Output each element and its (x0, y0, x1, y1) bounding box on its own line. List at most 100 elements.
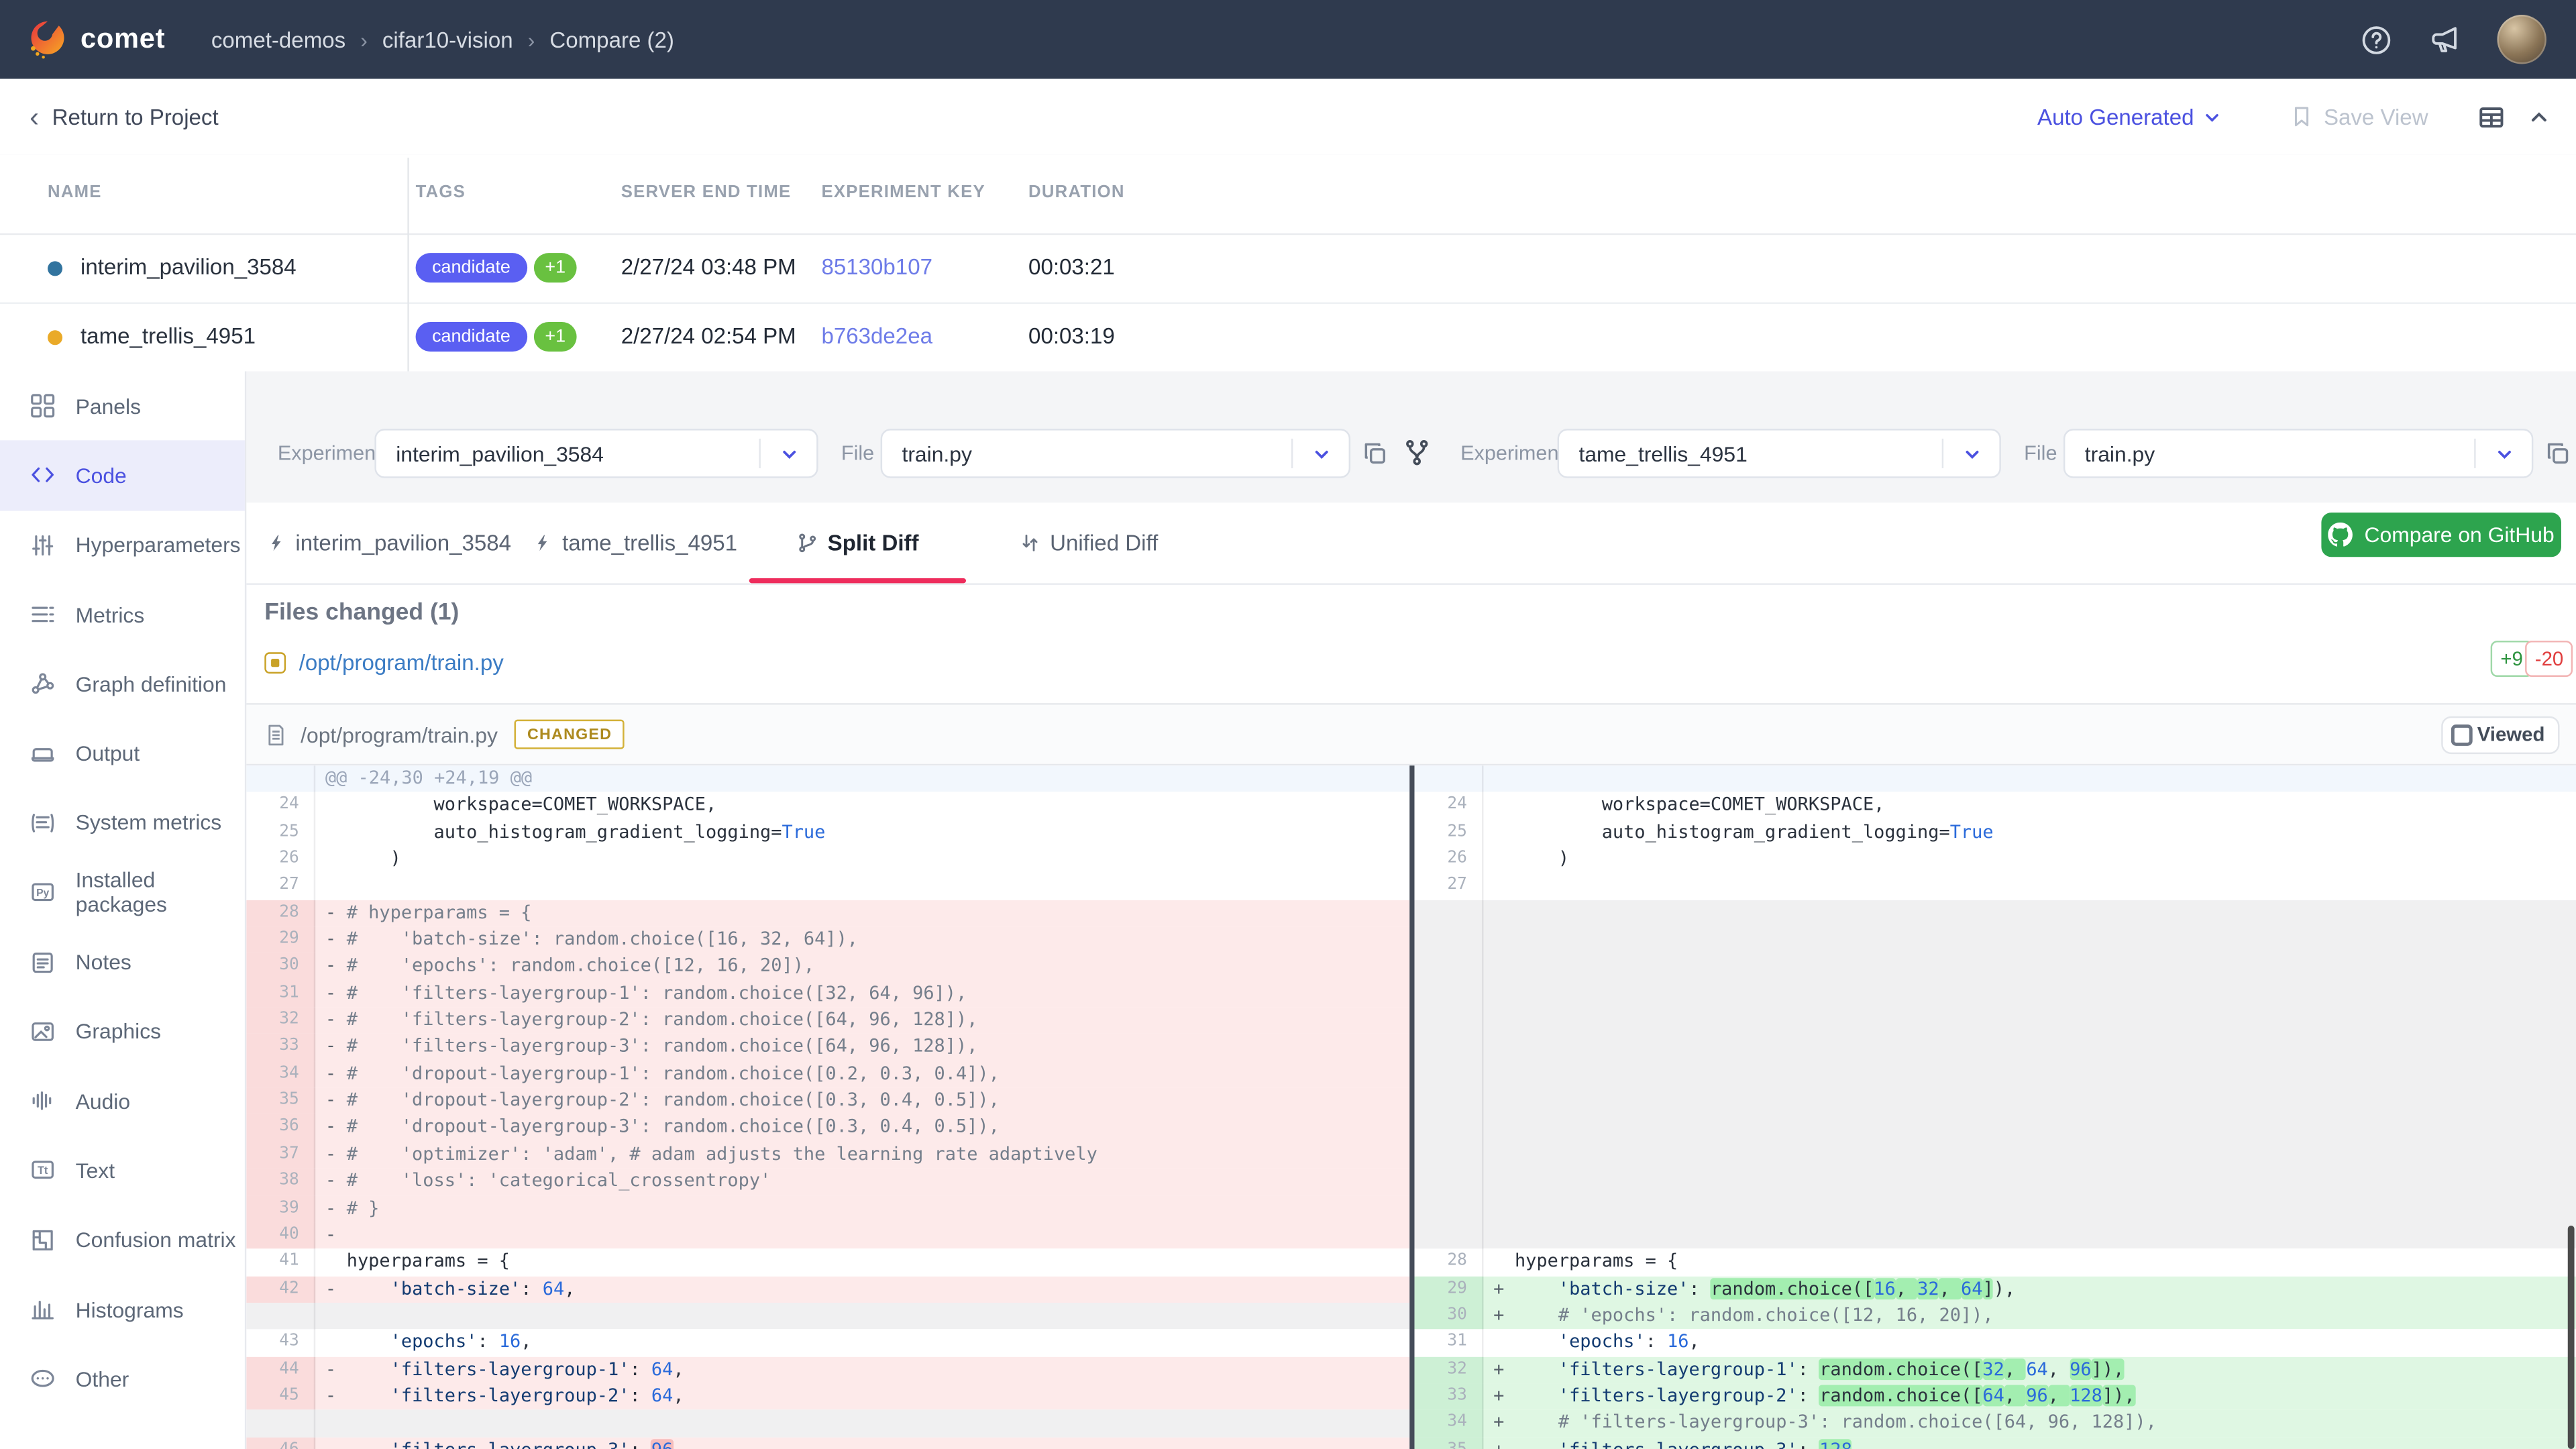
sidebar-item-metrics[interactable]: Metrics (0, 580, 245, 649)
diff-pane-right[interactable]: 24 workspace=COMET_WORKSPACE,25 auto_his… (1415, 765, 2576, 1449)
sidebar-item-audio[interactable]: Audio (0, 1066, 245, 1136)
line-number: 30 (1415, 1303, 1484, 1330)
diff-removed-line: 40- (246, 1222, 1409, 1249)
experiment-row[interactable]: interim_pavilion_3584candidate+12/27/24 … (0, 233, 2576, 304)
sidebar-item-label: Panels (76, 394, 141, 419)
sidebar-item-hyperparameters[interactable]: Hyperparameters (0, 511, 245, 580)
column-header[interactable]: SERVER END TIME (621, 182, 792, 202)
save-view-label: Save View (2324, 105, 2428, 129)
sidebar-item-graph-definition[interactable]: Graph definition (0, 649, 245, 719)
chevron-down-icon (1293, 444, 1348, 462)
sidebar-item-label: Audio (76, 1089, 130, 1114)
sidebar-item-text[interactable]: TtText (0, 1136, 245, 1205)
breadcrumb-item[interactable]: comet-demos (211, 27, 345, 52)
column-header[interactable]: EXPERIMENT KEY (821, 182, 985, 202)
sidebar-item-graphics[interactable]: Graphics (0, 997, 245, 1067)
diff-removed-line: 44- 'filters-layergroup-1': 64, (246, 1356, 1409, 1383)
announcements-icon[interactable] (2428, 23, 2461, 56)
experiment-select-right[interactable]: tame_trellis_4951 (1558, 429, 2001, 478)
tags-cell: candidate+1 (416, 253, 578, 282)
git-compare-icon (1403, 439, 1431, 467)
experiment-key-link[interactable]: b763de2ea (821, 323, 932, 348)
scrollbar-thumb[interactable] (2568, 1226, 2575, 1449)
tag-pill[interactable]: +1 (533, 253, 577, 282)
help-icon[interactable] (2361, 24, 2392, 56)
diff-removed-line: 42- 'batch-size': 64, (246, 1276, 1409, 1303)
changed-file-link[interactable]: /opt/program/train.py (299, 651, 504, 676)
table-layout-icon[interactable] (2477, 103, 2506, 131)
file-select-left[interactable]: train.py (881, 429, 1350, 478)
tab-tame_trellis_4951[interactable]: tame_trellis_4951 (537, 502, 735, 583)
diff-pane-left[interactable]: @@ -24,30 +24,19 @@24 workspace=COMET_WO… (246, 765, 1409, 1449)
sidebar-item-code[interactable]: Code (0, 441, 245, 511)
tag-pill[interactable]: candidate (416, 253, 527, 282)
pane-splitter[interactable] (1409, 765, 1414, 1449)
viewed-checkbox[interactable] (2451, 724, 2473, 745)
tag-pill[interactable]: candidate (416, 322, 527, 352)
diff-context-line: 24 workspace=COMET_WORKSPACE, (246, 792, 1409, 819)
experiment-name[interactable]: tame_trellis_4951 (80, 323, 256, 348)
column-header[interactable]: TAGS (416, 182, 466, 202)
line-number: 35 (246, 1088, 315, 1115)
bolt-icon (268, 532, 286, 553)
line-number: 28 (246, 900, 315, 926)
table-column-divider (407, 158, 409, 371)
breadcrumb-item[interactable]: Compare (2) (549, 27, 674, 52)
diff-removed-line: 30-# 'epochs': random.choice([12, 16, 20… (246, 953, 1409, 980)
chevron-down-icon (1943, 444, 1999, 462)
sidebar-item-confusion-matrix[interactable]: Confusion matrix (0, 1205, 245, 1275)
tab-unified-diff[interactable]: Unified Diff (999, 502, 1179, 583)
line-number: 44 (246, 1356, 315, 1383)
sidebar-item-label: Installed packages (76, 868, 245, 917)
column-header[interactable]: DURATION (1028, 182, 1125, 202)
line-number: 46 (246, 1437, 315, 1449)
line-number: 28 (1415, 1249, 1484, 1276)
experiment-key-link[interactable]: 85130b107 (821, 255, 932, 280)
copy-icon[interactable] (2544, 440, 2571, 466)
top-navbar: comet comet-demos›cifar10-vision›Compare… (0, 0, 2576, 79)
column-header[interactable]: NAME (48, 182, 102, 202)
experiment-row[interactable]: tame_trellis_4951candidate+12/27/24 02:5… (0, 303, 2576, 373)
tab-interim_pavilion_3584[interactable]: interim_pavilion_3584 (268, 502, 511, 583)
github-icon (2328, 523, 2353, 547)
save-view-button[interactable]: Save View (2291, 105, 2428, 129)
metrics-icon (30, 601, 56, 627)
file-label-left: File (841, 442, 874, 465)
sidebar-item-installed-packages[interactable]: PyInstalled packages (0, 858, 245, 928)
sidebar-item-notes[interactable]: Notes (0, 927, 245, 997)
sidebar-item-output[interactable]: Output (0, 718, 245, 788)
tag-pill[interactable]: +1 (533, 322, 577, 352)
viewed-toggle[interactable]: Viewed (2441, 716, 2560, 753)
diff-removed-line: 33-# 'filters-layergroup-3': random.choi… (246, 1034, 1409, 1061)
sidebar-item-other[interactable]: Other (0, 1344, 245, 1414)
experiment-name[interactable]: interim_pavilion_3584 (80, 255, 297, 280)
sidebar-item-panels[interactable]: Panels (0, 371, 245, 441)
return-to-project-button[interactable]: ‹ Return to Project (30, 103, 219, 131)
compare-on-github-label: Compare on GitHub (2365, 523, 2555, 547)
line-number: 45 (246, 1383, 315, 1410)
view-selector-dropdown[interactable]: Auto Generated (2037, 105, 2222, 129)
line-number: 26 (246, 846, 315, 873)
experiment-label-left: Experiment (278, 442, 382, 465)
diff-context-line: 31 'epochs': 16, (1415, 1330, 2576, 1356)
tab-split-diff[interactable]: Split Diff (749, 502, 966, 583)
copy-icon[interactable] (1362, 440, 1388, 466)
user-avatar[interactable] (2497, 15, 2546, 64)
collapse-panel-icon[interactable] (2528, 106, 2550, 127)
file-select-right[interactable]: train.py (2063, 429, 2533, 478)
line-number: 25 (1415, 819, 1484, 846)
compare-on-github-button[interactable]: Compare on GitHub (2321, 513, 2561, 557)
line-number: 30 (246, 953, 315, 980)
experiment-label-right: Experiment (1460, 442, 1564, 465)
diff-file-header: /opt/program/train.py CHANGED Viewed (246, 705, 2576, 766)
diff-added-line: 32+ 'filters-layergroup-1': random.choic… (1415, 1356, 2576, 1383)
sidebar-item-system-metrics[interactable]: System metrics (0, 788, 245, 858)
hyperparameters-icon (30, 532, 56, 558)
experiment-select-left[interactable]: interim_pavilion_3584 (374, 429, 818, 478)
breadcrumb-item[interactable]: cifar10-vision (382, 27, 513, 52)
comet-logo[interactable]: comet (26, 18, 165, 61)
sidebar-item-histograms[interactable]: Histograms (0, 1275, 245, 1344)
output-icon (30, 741, 56, 767)
diff-filler-row (246, 1410, 1409, 1437)
view-selector-value: Auto Generated (2037, 105, 2194, 129)
